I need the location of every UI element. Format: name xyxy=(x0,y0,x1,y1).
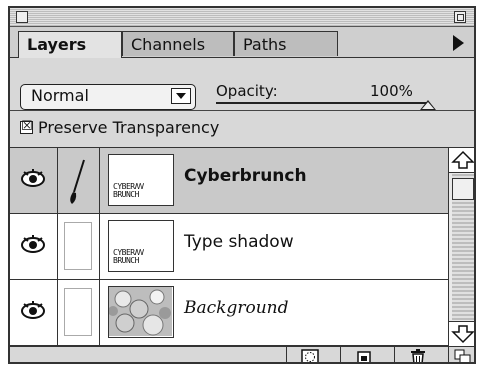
edit-indicator[interactable] xyxy=(58,280,100,345)
layer-thumbnail-text: CYBERꟿ BRUNCH xyxy=(113,182,144,199)
visibility-toggle[interactable] xyxy=(10,214,58,279)
new-layer-button[interactable] xyxy=(340,347,384,362)
arrow-down-icon xyxy=(451,325,474,344)
link-box xyxy=(64,222,92,270)
layer-mask-icon xyxy=(301,349,319,362)
layer-options-row: Normal Opacity: 100% xyxy=(10,58,474,111)
palette-footer xyxy=(10,346,474,362)
layer-name: Cyberbrunch xyxy=(184,166,307,186)
tab-channels[interactable]: Channels xyxy=(122,31,234,56)
layer-name: Type shadow xyxy=(184,232,294,252)
preserve-transparency-checkbox[interactable]: ☒ xyxy=(20,120,33,134)
eye-icon xyxy=(21,301,45,319)
close-box-icon[interactable] xyxy=(16,11,28,23)
preserve-transparency-label: Preserve Transparency xyxy=(38,118,220,137)
resize-grip-icon xyxy=(454,349,471,362)
layer-name: Background xyxy=(184,298,289,318)
eye-icon xyxy=(21,169,45,187)
layers-palette: Layers Channels Paths Normal Opacity: 10… xyxy=(8,6,476,364)
trash-icon xyxy=(411,349,425,362)
layer-row[interactable]: Background xyxy=(10,280,448,346)
scroll-down-button[interactable] xyxy=(449,321,474,346)
layer-row[interactable]: CYBERꟿ BRUNCH Type shadow xyxy=(10,214,448,280)
layer-row[interactable]: CYBERꟿ BRUNCH Cyberbrunch xyxy=(10,148,448,214)
blend-mode-value: Normal xyxy=(31,86,89,105)
layers-list: CYBERꟿ BRUNCH Cyberbrunch CYBERꟿ BRUNCH xyxy=(10,148,448,346)
layer-thumbnail: CYBERꟿ BRUNCH xyxy=(108,154,174,206)
visibility-toggle[interactable] xyxy=(10,280,58,345)
palette-resize-box[interactable] xyxy=(448,347,474,362)
new-layer-icon xyxy=(357,351,371,362)
palette-title-bar[interactable] xyxy=(10,8,474,27)
edit-indicator[interactable] xyxy=(58,214,100,279)
eye-icon xyxy=(21,235,45,253)
zoom-box-icon[interactable] xyxy=(454,11,466,23)
layer-mask-button[interactable] xyxy=(286,347,330,362)
layer-thumbnail xyxy=(108,286,174,338)
arrow-up-icon xyxy=(451,150,474,169)
layer-thumbnail: CYBERꟿ BRUNCH xyxy=(108,220,174,272)
preserve-transparency-row: ☒ Preserve Transparency xyxy=(10,111,474,148)
scroll-up-button[interactable] xyxy=(449,148,474,173)
layer-thumbnail-text: CYBERꟿ BRUNCH xyxy=(113,248,144,265)
link-box xyxy=(64,288,92,336)
tab-layers[interactable]: Layers xyxy=(18,31,122,58)
opacity-value: 100% xyxy=(370,82,413,100)
layers-scrollbar[interactable] xyxy=(448,148,474,346)
visibility-toggle[interactable] xyxy=(10,148,58,213)
chevron-down-icon[interactable] xyxy=(171,88,191,104)
palette-tab-row: Layers Channels Paths xyxy=(10,27,474,58)
blend-mode-select[interactable]: Normal xyxy=(20,84,196,110)
background-texture-image xyxy=(108,287,172,336)
tab-paths[interactable]: Paths xyxy=(234,31,338,56)
scroll-thumb[interactable] xyxy=(452,178,474,200)
edit-indicator[interactable] xyxy=(58,148,100,213)
opacity-slider[interactable] xyxy=(216,100,436,110)
palette-menu-arrow-icon[interactable] xyxy=(453,35,464,51)
delete-layer-button[interactable] xyxy=(394,347,438,362)
paintbrush-icon xyxy=(70,159,85,204)
opacity-label: Opacity: xyxy=(216,82,278,100)
opacity-slider-thumb[interactable] xyxy=(420,100,436,110)
